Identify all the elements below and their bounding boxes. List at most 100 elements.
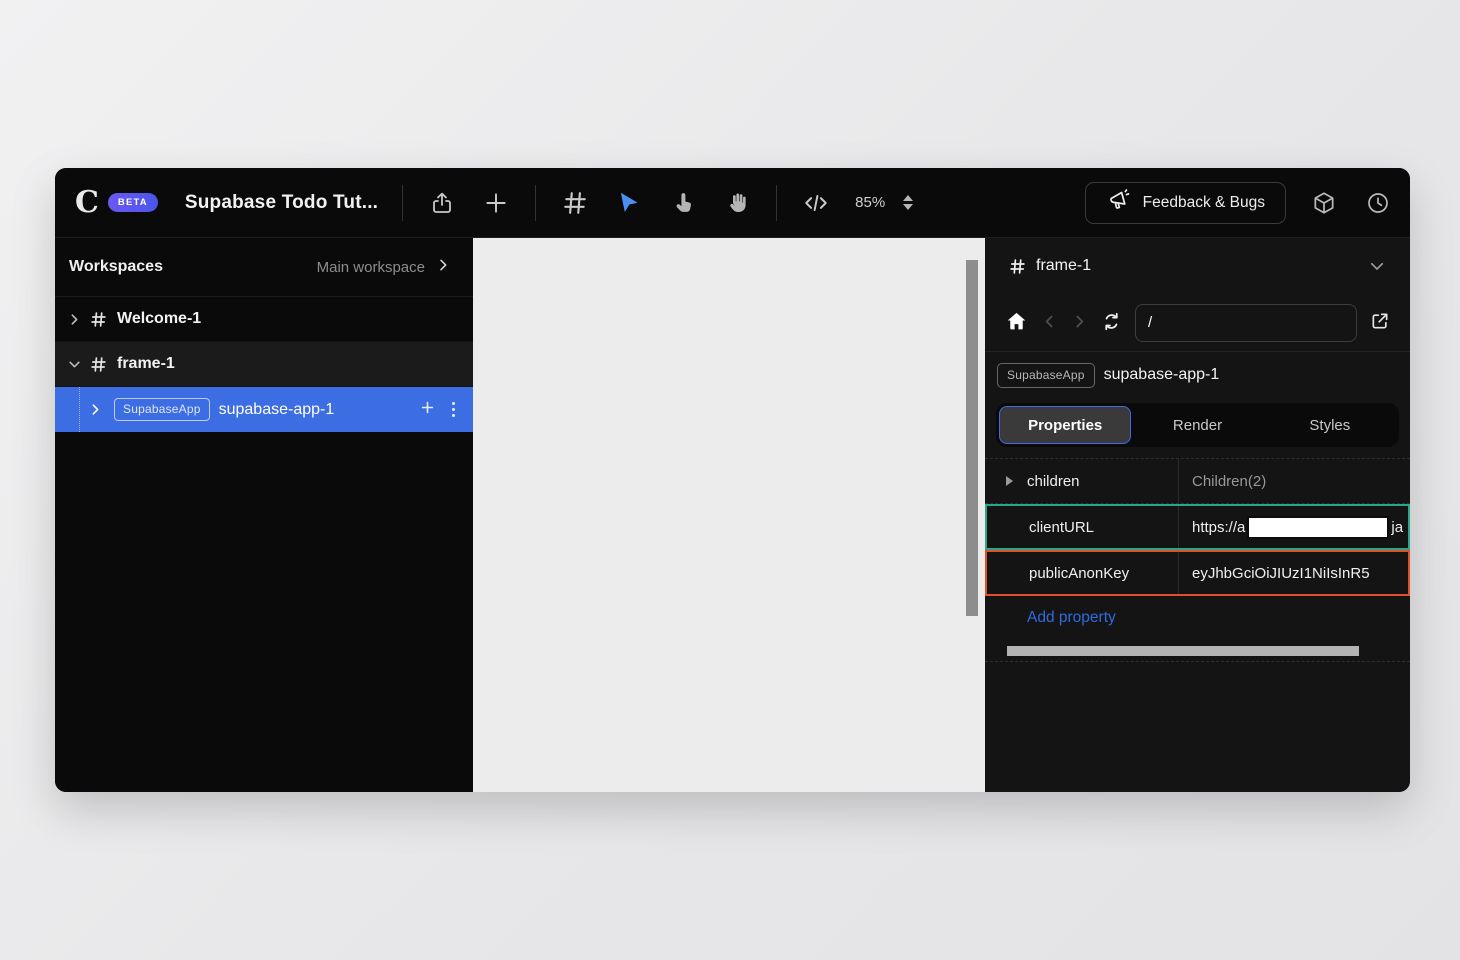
- inspector-title: frame-1: [1036, 257, 1091, 275]
- cursor-icon: [616, 190, 642, 216]
- frame-hash-icon: [1009, 258, 1026, 275]
- inspector-header[interactable]: frame-1: [985, 238, 1410, 294]
- chevron-right-icon: [1071, 313, 1088, 333]
- pointer-hand-icon: [671, 190, 696, 215]
- property-name-cell: publicAnonKey: [987, 552, 1178, 594]
- step-up-icon: [903, 195, 913, 201]
- forward-button[interactable]: [1071, 313, 1088, 333]
- share-button[interactable]: [422, 183, 462, 223]
- tree-item-welcome-1[interactable]: Welcome-1: [55, 297, 473, 342]
- assets-button[interactable]: [1304, 183, 1344, 223]
- properties-horizontal-scrollbar[interactable]: [985, 640, 1410, 662]
- frame-hash-icon: [90, 356, 107, 373]
- component-type-chip: SupabaseApp: [997, 363, 1095, 388]
- add-button[interactable]: [476, 183, 516, 223]
- workspace-name: Main workspace: [317, 259, 425, 276]
- property-row-children[interactable]: children Children(2): [985, 459, 1410, 504]
- selected-component-row: SupabaseApp supabase-app-1: [985, 352, 1410, 398]
- property-value-cell[interactable]: eyJhbGciOiJIUzI1NiIsInR5: [1178, 552, 1408, 594]
- history-clock-icon: [1365, 190, 1391, 216]
- open-external-button[interactable]: [1370, 311, 1390, 334]
- canvas-vertical-scrollbar[interactable]: [966, 260, 978, 616]
- step-down-icon: [903, 204, 913, 210]
- code-icon: [803, 190, 829, 216]
- property-name: publicAnonKey: [1029, 565, 1129, 582]
- toolbar-divider: [402, 185, 403, 221]
- url-value-prefix: https://a: [1192, 519, 1245, 536]
- chevron-down-icon[interactable]: [1368, 257, 1386, 275]
- workspace-switcher[interactable]: Main workspace: [317, 257, 451, 278]
- design-canvas[interactable]: [473, 238, 985, 792]
- redaction-box: [1247, 516, 1389, 539]
- select-tool-button[interactable]: [609, 183, 649, 223]
- expand-triangle-icon[interactable]: [1006, 476, 1013, 486]
- property-name-cell: clientURL: [987, 506, 1178, 548]
- home-icon: [1005, 310, 1028, 336]
- toolbar-divider: [535, 185, 536, 221]
- url-input[interactable]: [1135, 304, 1357, 342]
- history-button[interactable]: [1358, 183, 1398, 223]
- scrollbar-thumb[interactable]: [1007, 646, 1359, 656]
- toolbar-divider: [776, 185, 777, 221]
- tree-item-frame-1[interactable]: frame-1: [55, 342, 473, 387]
- share-icon: [430, 191, 454, 215]
- package-icon: [1311, 190, 1337, 216]
- component-name: supabase-app-1: [1104, 366, 1220, 384]
- component-type-chip: SupabaseApp: [114, 398, 210, 421]
- chevron-left-icon: [1041, 313, 1058, 333]
- preview-nav-bar: [985, 294, 1410, 352]
- feedback-label: Feedback & Bugs: [1143, 194, 1265, 212]
- plus-icon: [483, 190, 509, 216]
- feedback-button[interactable]: Feedback & Bugs: [1085, 182, 1286, 224]
- frame-hash-icon: [90, 311, 107, 328]
- frame-tool-button[interactable]: [555, 183, 595, 223]
- url-value-suffix: ja: [1391, 519, 1403, 536]
- add-child-icon[interactable]: [419, 399, 436, 421]
- property-row-publicanonkey[interactable]: publicAnonKey eyJhbGciOiJIUzI1NiIsInR5: [985, 550, 1410, 596]
- open-hand-icon: [725, 190, 750, 215]
- zoom-stepper[interactable]: [903, 195, 913, 210]
- pan-tool-button[interactable]: [717, 183, 757, 223]
- external-link-icon: [1370, 311, 1390, 334]
- tab-properties[interactable]: Properties: [999, 406, 1131, 444]
- add-property-row: Add property: [985, 596, 1410, 640]
- app-window: C BETA Supabase Todo Tut... 85%: [55, 168, 1410, 792]
- layers-sidebar: Workspaces Main workspace Welcome-1 fram…: [55, 238, 473, 792]
- frame-grid-icon: [562, 190, 588, 216]
- megaphone-icon: [1106, 187, 1132, 218]
- property-row-clienturl[interactable]: clientURL https://a ja: [985, 504, 1410, 550]
- tree-item-supabase-app-1[interactable]: SupabaseApp supabase-app-1: [55, 387, 473, 432]
- tab-styles[interactable]: Styles: [1264, 406, 1396, 444]
- workspaces-title: Workspaces: [69, 258, 163, 276]
- property-name-cell: children: [985, 459, 1178, 503]
- toolbar: C BETA Supabase Todo Tut... 85%: [55, 168, 1410, 238]
- tree-item-label: Welcome-1: [117, 310, 201, 328]
- add-property-button[interactable]: Add property: [1027, 609, 1116, 627]
- beta-badge: BETA: [108, 193, 158, 212]
- app-logo: C: [75, 188, 99, 218]
- tree-item-actions: [419, 399, 457, 421]
- document-title[interactable]: Supabase Todo Tut...: [185, 192, 378, 214]
- tree-item-label: frame-1: [117, 355, 175, 373]
- tree-indent-guide: [79, 387, 80, 432]
- inspector-tabs: Properties Render Styles: [996, 403, 1399, 447]
- sidebar-header: Workspaces Main workspace: [55, 238, 473, 297]
- refresh-button[interactable]: [1101, 311, 1122, 335]
- chevron-down-icon: [68, 358, 81, 371]
- tab-render[interactable]: Render: [1131, 406, 1263, 444]
- home-button[interactable]: [1005, 310, 1028, 336]
- chevron-right-icon: [68, 313, 81, 326]
- tree-item-label: supabase-app-1: [219, 401, 335, 419]
- point-tool-button[interactable]: [663, 183, 703, 223]
- zoom-level[interactable]: 85%: [855, 194, 885, 211]
- refresh-icon: [1101, 311, 1122, 335]
- more-options-icon[interactable]: [450, 400, 457, 419]
- property-value-cell[interactable]: https://a ja: [1178, 506, 1408, 548]
- back-button[interactable]: [1041, 313, 1058, 333]
- code-view-button[interactable]: [796, 183, 836, 223]
- property-value-cell[interactable]: Children(2): [1178, 459, 1410, 503]
- chevron-right-icon: [435, 257, 451, 278]
- chevron-right-icon: [89, 403, 102, 416]
- property-name: clientURL: [1029, 519, 1094, 536]
- app-body: Workspaces Main workspace Welcome-1 fram…: [55, 238, 1410, 792]
